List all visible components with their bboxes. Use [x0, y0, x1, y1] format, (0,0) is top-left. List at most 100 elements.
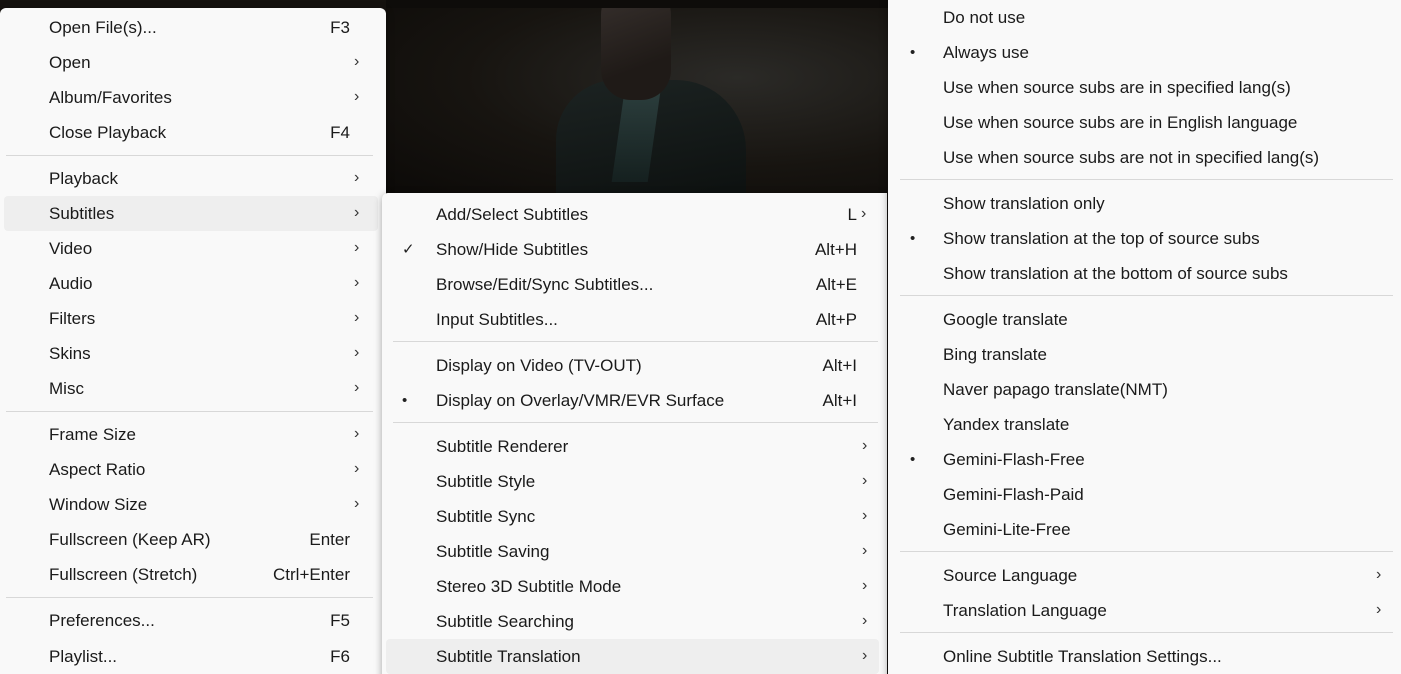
menu-item-input-subtitles[interactable]: Input Subtitles... Alt+P [386, 302, 879, 337]
menu-item-playlist[interactable]: Playlist... F6 [4, 639, 378, 674]
menu-item-skins[interactable]: Skins › [4, 336, 378, 371]
menu-item-show-hide-subtitles[interactable]: ✓ Show/Hide Subtitles Alt+H [386, 232, 879, 267]
menu-item-subtitle-renderer[interactable]: Subtitle Renderer › [386, 429, 879, 464]
menu-item-display-on-overlay[interactable]: • Display on Overlay/VMR/EVR Surface Alt… [386, 383, 879, 418]
menu-item-label: Preferences... [49, 611, 155, 630]
menu-item-label: Playback [49, 169, 118, 188]
menu-item-label: Gemini-Lite-Free [943, 520, 1071, 539]
chevron-right-icon: › [354, 309, 360, 326]
menu-item-naver-papago-translate[interactable]: Naver papago translate(NMT) [892, 372, 1393, 407]
menu-item-window-size[interactable]: Window Size › [4, 487, 378, 522]
chevron-right-icon: › [354, 239, 360, 256]
menu-item-shortcut: Enter [309, 530, 350, 549]
menu-item-label: Skins [49, 344, 91, 363]
menu-item-use-when-specified-langs[interactable]: Use when source subs are in specified la… [892, 70, 1393, 105]
menu-item-filters[interactable]: Filters › [4, 301, 378, 336]
menu-item-add-select-subtitles[interactable]: Add/Select Subtitles L › [386, 197, 879, 232]
menu-item-google-translate[interactable]: Google translate [892, 302, 1393, 337]
menu-item-label: Subtitle Translation [436, 647, 581, 666]
chevron-right-icon: › [354, 53, 360, 70]
menu-item-show-translation-only[interactable]: Show translation only [892, 186, 1393, 221]
chevron-right-icon: › [354, 274, 360, 291]
menu-item-label: Stereo 3D Subtitle Mode [436, 577, 622, 596]
menu-item-show-translation-top[interactable]: • Show translation at the top of source … [892, 221, 1393, 256]
menu-item-subtitle-translation[interactable]: Subtitle Translation › [386, 639, 879, 674]
menu-item-open[interactable]: Open › [4, 45, 378, 80]
radio-dot-icon: • [910, 451, 916, 468]
menu-item-label: Source Language [943, 566, 1078, 585]
menu-item-shortcut: L [847, 205, 857, 224]
menu-item-stereo-3d-subtitle-mode[interactable]: Stereo 3D Subtitle Mode › [386, 569, 879, 604]
menu-item-translation-language[interactable]: Translation Language › [892, 593, 1393, 628]
menu-item-label: Yandex translate [943, 415, 1070, 434]
menu-item-display-on-video[interactable]: Display on Video (TV-OUT) Alt+I [386, 348, 879, 383]
menu-item-fullscreen-keep-ar[interactable]: Fullscreen (Keep AR) Enter [4, 522, 378, 557]
menu-item-subtitle-style[interactable]: Subtitle Style › [386, 464, 879, 499]
chevron-right-icon: › [862, 577, 868, 594]
menu-item-label: Display on Overlay/VMR/EVR Surface [436, 391, 725, 410]
menu-item-aspect-ratio[interactable]: Aspect Ratio › [4, 452, 378, 487]
video-frame [386, 0, 888, 194]
menu-item-label: Open [49, 53, 91, 72]
radio-dot-icon: • [402, 392, 408, 409]
menu-item-online-translation-settings[interactable]: Online Subtitle Translation Settings... [892, 639, 1393, 674]
menu-item-label: Use when source subs are not in specifie… [943, 148, 1320, 167]
menu-item-label: Frame Size [49, 425, 136, 444]
menu-item-label: Filters [49, 309, 96, 328]
menu-item-shortcut: Alt+I [822, 391, 858, 410]
menu-item-label: Gemini-Flash-Paid [943, 485, 1084, 504]
checkmark-icon: ✓ [402, 241, 415, 258]
chevron-right-icon: › [862, 472, 868, 489]
menu-item-label: Subtitle Style [436, 472, 536, 491]
chevron-right-icon: › [354, 425, 360, 442]
menu-item-frame-size[interactable]: Frame Size › [4, 417, 378, 452]
menu-item-open-files[interactable]: Open File(s)... F3 [4, 10, 378, 45]
menu-item-label: Fullscreen (Stretch) [49, 565, 198, 584]
menu-separator [900, 179, 1393, 180]
menu-item-fullscreen-stretch[interactable]: Fullscreen (Stretch) Ctrl+Enter [4, 557, 378, 592]
menu-item-preferences[interactable]: Preferences... F5 [4, 603, 378, 638]
menu-item-gemini-flash-paid[interactable]: Gemini-Flash-Paid [892, 477, 1393, 512]
menu-item-source-language[interactable]: Source Language › [892, 558, 1393, 593]
menu-item-gemini-flash-free[interactable]: • Gemini-Flash-Free [892, 442, 1393, 477]
menu-item-label: Show translation at the top of source su… [943, 229, 1260, 248]
menu-item-playback[interactable]: Playback › [4, 161, 378, 196]
menu-item-subtitle-searching[interactable]: Subtitle Searching › [386, 604, 879, 639]
menu-item-misc[interactable]: Misc › [4, 371, 378, 406]
menu-item-use-when-english[interactable]: Use when source subs are in English lang… [892, 105, 1393, 140]
menu-item-album-favorites[interactable]: Album/Favorites › [4, 80, 378, 115]
menu-separator [393, 341, 878, 342]
menu-item-bing-translate[interactable]: Bing translate [892, 337, 1393, 372]
menu-item-use-when-not-specified-langs[interactable]: Use when source subs are not in specifie… [892, 140, 1393, 175]
main-context-menu: Open File(s)... F3 Open › Album/Favorite… [0, 8, 386, 674]
menu-item-subtitle-sync[interactable]: Subtitle Sync › [386, 499, 879, 534]
menu-item-always-use[interactable]: • Always use [892, 35, 1393, 70]
chevron-right-icon: › [354, 344, 360, 361]
menu-item-label: Misc [49, 379, 84, 398]
menu-separator [6, 597, 373, 598]
video-figure-head [601, 0, 671, 100]
menu-item-close-playback[interactable]: Close Playback F4 [4, 115, 378, 150]
chevron-right-icon: › [354, 169, 360, 186]
menu-item-yandex-translate[interactable]: Yandex translate [892, 407, 1393, 442]
chevron-right-icon: › [862, 507, 868, 524]
chevron-right-icon: › [862, 612, 868, 629]
menu-item-label: Add/Select Subtitles [436, 205, 589, 224]
menu-item-label: Online Subtitle Translation Settings... [943, 647, 1222, 666]
chevron-right-icon: › [354, 495, 360, 512]
menu-item-subtitle-saving[interactable]: Subtitle Saving › [386, 534, 879, 569]
menu-item-label: Input Subtitles... [436, 310, 558, 329]
chevron-right-icon: › [862, 542, 868, 559]
menu-item-video[interactable]: Video › [4, 231, 378, 266]
menu-item-audio[interactable]: Audio › [4, 266, 378, 301]
menu-item-gemini-lite-free[interactable]: Gemini-Lite-Free [892, 512, 1393, 547]
menu-item-subtitles[interactable]: Subtitles › [4, 196, 378, 231]
menu-item-browse-edit-sync-subtitles[interactable]: Browse/Edit/Sync Subtitles... Alt+E [386, 267, 879, 302]
menu-item-do-not-use[interactable]: Do not use [892, 0, 1393, 35]
menu-item-show-translation-bottom[interactable]: Show translation at the bottom of source… [892, 256, 1393, 291]
menu-separator [900, 632, 1393, 633]
menu-item-label: Show/Hide Subtitles [436, 240, 589, 259]
menu-item-shortcut: F6 [330, 647, 350, 666]
menu-item-label: Open File(s)... [49, 18, 157, 37]
chevron-right-icon: › [354, 88, 360, 105]
